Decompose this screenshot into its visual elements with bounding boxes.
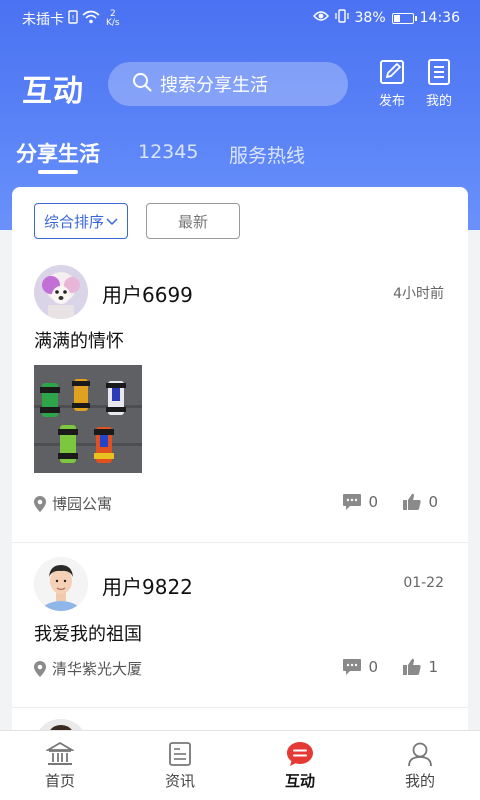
nav-news[interactable]: 资讯 <box>120 731 240 800</box>
network-speed: 2 K/s <box>106 10 120 28</box>
post-meta: 博园公寓 0 0 <box>34 493 446 515</box>
search-icon <box>132 72 152 97</box>
like-button[interactable]: 1 <box>402 658 438 676</box>
divider <box>12 707 468 708</box>
post-time: 01-22 <box>403 575 444 591</box>
nav-mine[interactable]: 我的 <box>360 731 480 800</box>
location-pin-icon <box>34 660 46 677</box>
news-icon <box>169 742 191 766</box>
comment-count: 0 <box>368 493 378 511</box>
newest-label: 最新 <box>177 212 208 231</box>
svg-text:!: ! <box>72 14 75 22</box>
publish-button[interactable]: 发布 <box>374 58 410 109</box>
nav-interact-label: 互动 <box>284 772 315 790</box>
network-speed-unit: K/s <box>106 18 120 28</box>
location-label: 清华紫光大厦 <box>52 660 143 678</box>
publish-label: 发布 <box>378 94 405 109</box>
battery-icon <box>391 12 417 24</box>
user-icon <box>408 742 432 767</box>
comment-button[interactable]: 0 <box>342 658 378 676</box>
like-count: 1 <box>428 658 438 676</box>
vibrate-icon <box>334 9 349 27</box>
avatar[interactable] <box>34 557 88 611</box>
newest-button[interactable]: 最新 <box>146 203 240 239</box>
nav-interact[interactable]: 互动 <box>240 731 360 800</box>
location-label: 博园公寓 <box>52 495 113 513</box>
nav-home[interactable]: 首页 <box>0 731 120 800</box>
sim-icon: ! <box>68 10 78 28</box>
tab-12345-label: 12345 <box>138 141 199 163</box>
filter-bar: 综合排序 最新 <box>34 203 240 239</box>
tab-active-indicator <box>38 170 78 174</box>
status-bar: 未插卡 ! 2 K/s 38% 14:36 <box>0 0 480 36</box>
tab-share-life[interactable]: 分享生活 <box>16 138 100 174</box>
like-count: 0 <box>428 493 438 511</box>
post-text: 满满的情怀 <box>34 331 124 352</box>
search-bar[interactable]: 搜索分享生活 <box>108 62 348 106</box>
carrier-label: 未插卡 <box>22 12 64 28</box>
eye-icon <box>312 10 329 26</box>
location[interactable]: 博园公寓 <box>34 493 112 514</box>
comment-count: 0 <box>368 658 378 676</box>
post-item[interactable]: 用户6699 4小时前 满满的情怀 博园公寓 0 0 <box>12 265 468 535</box>
search-placeholder: 搜索分享生活 <box>160 75 268 96</box>
comment-icon <box>343 494 362 510</box>
sort-dropdown[interactable]: 综合排序 <box>34 203 128 239</box>
tab-service-hotline[interactable]: 服务热线 <box>229 141 305 168</box>
tab-12345[interactable]: 12345 <box>138 141 198 163</box>
username[interactable]: 用户9822 <box>102 571 193 600</box>
tab-bar: 分享生活 12345 服务热线 <box>0 138 480 178</box>
document-list-icon <box>428 59 450 85</box>
nav-news-label: 资讯 <box>164 772 195 790</box>
post-meta: 清华紫光大厦 0 1 <box>34 658 446 680</box>
comment-button[interactable]: 0 <box>342 493 378 511</box>
post-item[interactable]: 用户9822 01-22 我爱我的祖国 清华紫光大厦 0 1 <box>12 557 468 687</box>
post-text: 我爱我的祖国 <box>34 624 142 645</box>
bottom-nav: 首页 资讯 互动 我的 <box>0 730 480 800</box>
nav-home-label: 首页 <box>44 772 75 790</box>
thumbs-up-icon <box>403 493 422 510</box>
sort-label: 综合排序 <box>43 212 104 231</box>
edit-icon <box>380 60 404 84</box>
page-title: 互动 <box>22 74 84 109</box>
username[interactable]: 用户6699 <box>102 279 193 308</box>
tab-share-life-label: 分享生活 <box>16 142 100 166</box>
top-bar: 互动 搜索分享生活 发布 我的 <box>0 58 480 110</box>
like-button[interactable]: 0 <box>402 493 438 511</box>
chevron-down-icon <box>106 212 118 230</box>
divider <box>12 542 468 543</box>
avatar[interactable] <box>34 265 88 319</box>
battery-percent: 38% <box>354 10 386 26</box>
thumbs-up-icon <box>403 658 422 675</box>
nav-mine-label: 我的 <box>404 772 435 790</box>
feed-card: 综合排序 最新 用户6699 4小时前 满满的情怀 博园公寓 0 0 用户982… <box>12 187 468 747</box>
comment-icon <box>343 659 362 675</box>
my-posts-button[interactable]: 我的 <box>421 58 457 109</box>
mine-label: 我的 <box>425 94 452 109</box>
location[interactable]: 清华紫光大厦 <box>34 658 142 679</box>
post-time: 4小时前 <box>393 286 444 302</box>
bank-icon <box>46 741 74 765</box>
clock: 14:36 <box>419 10 460 26</box>
location-pin-icon <box>34 495 46 512</box>
tab-service-hotline-label: 服务热线 <box>229 145 306 167</box>
wifi-icon <box>82 10 100 28</box>
post-image[interactable] <box>34 365 142 473</box>
chat-icon <box>287 742 313 766</box>
